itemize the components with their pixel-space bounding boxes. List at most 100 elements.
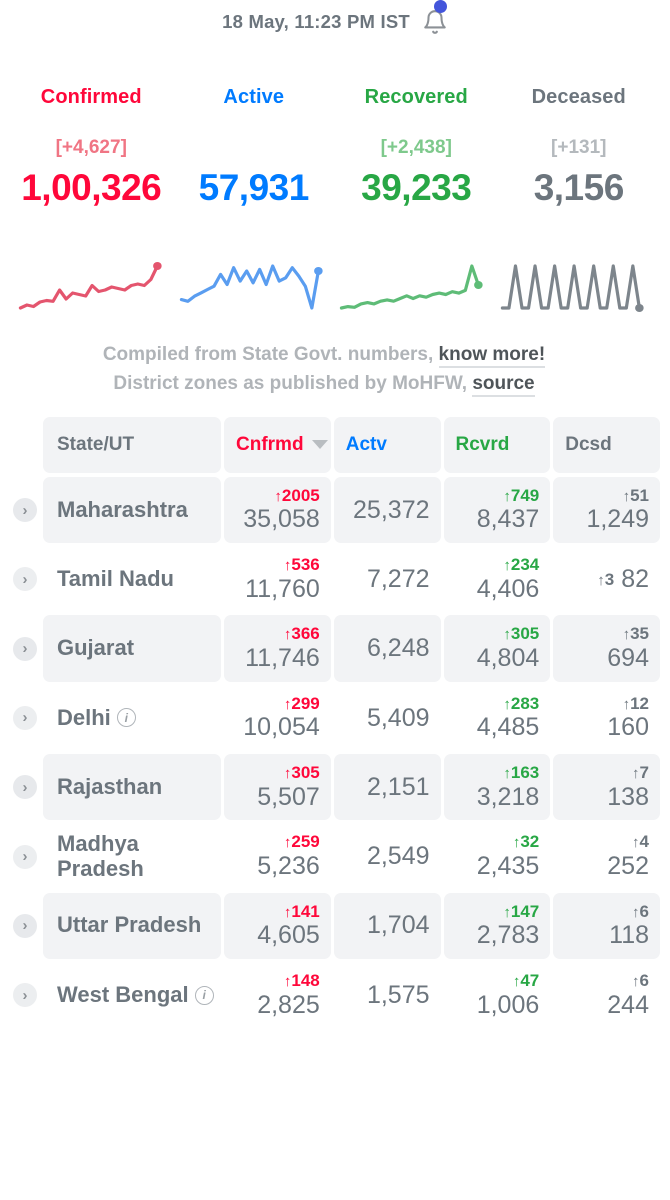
- row-deceased-cell-delta: ↑35: [622, 624, 649, 644]
- row-state-cell[interactable]: Rajasthan: [43, 754, 221, 821]
- sparkline-confirmed[interactable]: [14, 240, 175, 326]
- row-confirmed-cell[interactable]: ↑141 4,605: [224, 892, 331, 959]
- row-expand-button[interactable]: ›: [10, 893, 40, 959]
- row-recovered-cell[interactable]: ↑147 2,783: [443, 892, 551, 959]
- arrow-up-icon: ↑: [283, 695, 292, 713]
- row-recovered-cell[interactable]: ↑283 4,485: [444, 685, 551, 751]
- row-expand-button[interactable]: ›: [10, 477, 40, 543]
- row-confirmed-cell[interactable]: ↑259 5,236: [224, 823, 331, 889]
- stat-confirmed[interactable]: Confirmed [+4,627] 1,00,326: [10, 86, 173, 206]
- row-active-cell-total: 25,372: [353, 495, 430, 524]
- row-active-cell[interactable]: 1,704: [333, 892, 441, 959]
- row-recovered-cell-total: 3,218: [476, 782, 540, 811]
- row-recovered-cell[interactable]: ↑47 1,006: [444, 962, 551, 1028]
- column-header-state[interactable]: State/UT: [43, 416, 221, 473]
- row-active-cell-total: 5,409: [366, 703, 430, 732]
- row-state-name: Madhya Pradesh: [57, 830, 144, 881]
- row-recovered-cell[interactable]: ↑163 3,218: [443, 754, 551, 821]
- arrow-up-icon: ↑: [632, 834, 640, 852]
- table-row[interactable]: › West Bengal i ↑148 2,825 1,575 ↑47 1,006 ↑6 244: [6, 962, 664, 1028]
- row-active-cell[interactable]: 1,575: [334, 962, 441, 1028]
- row-expand-button[interactable]: ›: [10, 615, 40, 681]
- know-more-link[interactable]: know more!: [438, 344, 546, 368]
- table-row[interactable]: › Maharashtra ↑2005 35,058 25,372 ↑749 8,437 ↑5…: [6, 476, 664, 544]
- row-state-cell[interactable]: Tamil Nadu: [43, 546, 221, 612]
- row-recovered-cell-total: 4,804: [476, 644, 540, 673]
- row-active-cell[interactable]: 5,409: [334, 685, 441, 751]
- row-active-cell[interactable]: 25,372: [333, 476, 441, 544]
- row-deceased-cell[interactable]: ↑6 118: [553, 892, 660, 959]
- row-confirmed-cell[interactable]: ↑299 10,054: [224, 685, 331, 751]
- stat-recovered[interactable]: Recovered [+2,438] 39,233: [335, 86, 498, 206]
- row-recovered-cell[interactable]: ↑749 8,437: [443, 476, 551, 544]
- row-recovered-cell[interactable]: ↑32 2,435: [444, 823, 551, 889]
- info-icon[interactable]: i: [116, 708, 136, 728]
- row-active-cell[interactable]: 2,549: [334, 823, 441, 889]
- chevron-right-icon: ›: [13, 775, 37, 800]
- row-deceased-cell[interactable]: ↑3 82: [553, 546, 660, 612]
- row-state-cell[interactable]: Madhya Pradesh: [43, 823, 221, 889]
- row-active-cell[interactable]: 6,248: [333, 615, 441, 682]
- arrow-up-icon: ↑: [597, 571, 605, 589]
- row-confirmed-cell[interactable]: ↑536 11,760: [224, 546, 331, 612]
- row-deceased-cell[interactable]: ↑35 694: [553, 615, 660, 682]
- stat-active[interactable]: Active 57,931: [173, 86, 336, 206]
- column-header-confirmed[interactable]: Cnfrmd: [224, 416, 331, 473]
- row-recovered-cell[interactable]: ↑305 4,804: [443, 615, 551, 682]
- row-recovered-cell[interactable]: ↑234 4,406: [444, 546, 551, 612]
- sparkline-recovered[interactable]: [335, 240, 496, 326]
- column-header-deceased-label: Dcsd: [565, 433, 612, 455]
- row-state-cell[interactable]: Uttar Pradesh: [43, 892, 221, 959]
- row-expand-button[interactable]: ›: [10, 754, 40, 820]
- row-state-cell[interactable]: Gujarat: [43, 615, 221, 682]
- row-active-cell[interactable]: 7,272: [334, 546, 441, 612]
- row-state-cell[interactable]: Delhi i: [43, 685, 221, 751]
- stat-recovered-delta: [+2,438]: [380, 137, 452, 158]
- row-state-name: Delhi: [57, 704, 111, 730]
- row-confirmed-cell[interactable]: ↑148 2,825: [224, 962, 331, 1028]
- sparkline-deceased[interactable]: [496, 240, 657, 326]
- row-deceased-cell[interactable]: ↑7 138: [553, 754, 660, 821]
- table-row[interactable]: › Uttar Pradesh ↑141 4,605 1,704 ↑147 2,783 ↑6 1…: [6, 892, 664, 959]
- chevron-right-icon: ›: [13, 705, 37, 730]
- row-active-cell-total: 1,704: [366, 911, 430, 940]
- notification-bell-button[interactable]: [422, 0, 448, 35]
- info-icon[interactable]: i: [194, 985, 214, 1005]
- table-row[interactable]: › Madhya Pradesh ↑259 5,236 2,549 ↑32 2,435 ↑4 2…: [6, 823, 664, 889]
- table-row[interactable]: › Tamil Nadu ↑536 11,760 7,272 ↑234 4,406 ↑3 82: [6, 546, 664, 612]
- row-active-cell[interactable]: 2,151: [333, 754, 441, 821]
- row-state-cell[interactable]: West Bengal i: [43, 962, 221, 1028]
- row-deceased-cell[interactable]: ↑6 244: [553, 962, 660, 1028]
- arrow-up-icon: ↑: [632, 903, 640, 921]
- row-state-cell[interactable]: Maharashtra: [43, 476, 221, 544]
- row-expand-button[interactable]: ›: [10, 546, 40, 612]
- stat-recovered-label: Recovered: [364, 86, 468, 108]
- column-header-recovered[interactable]: Rcvrd: [443, 416, 551, 473]
- arrow-up-icon: ↑: [632, 972, 640, 990]
- row-recovered-cell-delta: ↑749: [503, 485, 540, 505]
- header-chevron-spacer: [10, 417, 40, 473]
- arrow-up-icon: ↑: [274, 487, 282, 505]
- row-confirmed-cell[interactable]: ↑2005 35,058: [224, 476, 331, 544]
- row-confirmed-cell[interactable]: ↑305 5,507: [224, 754, 331, 821]
- table-row[interactable]: › Gujarat ↑366 11,746 6,248 ↑305 4,804 ↑35 694: [6, 615, 664, 682]
- row-confirmed-cell[interactable]: ↑366 11,746: [224, 615, 331, 682]
- row-confirmed-cell-total: 10,054: [243, 713, 320, 742]
- source-link[interactable]: source: [472, 373, 535, 398]
- row-expand-button[interactable]: ›: [10, 685, 40, 751]
- row-active-cell-total: 2,549: [366, 842, 430, 871]
- sparkline-active[interactable]: [175, 240, 336, 326]
- row-expand-button[interactable]: ›: [10, 962, 40, 1028]
- row-expand-button[interactable]: ›: [10, 823, 40, 889]
- column-header-active[interactable]: Actv: [333, 416, 441, 473]
- row-recovered-cell-total: 4,485: [476, 713, 540, 742]
- table-row[interactable]: › Delhi i ↑299 10,054 5,409 ↑283 4,485 ↑12 160: [6, 685, 664, 751]
- arrow-up-icon: ↑: [283, 557, 292, 575]
- row-deceased-cell[interactable]: ↑4 252: [553, 823, 660, 889]
- row-deceased-cell[interactable]: ↑12 160: [553, 685, 660, 751]
- row-deceased-cell[interactable]: ↑51 1,249: [553, 476, 660, 544]
- chevron-right-icon: ›: [13, 844, 37, 869]
- column-header-deceased[interactable]: Dcsd: [553, 416, 660, 473]
- stat-deceased[interactable]: Deceased [+131] 3,156: [498, 86, 661, 206]
- table-row[interactable]: › Rajasthan ↑305 5,507 2,151 ↑163 3,218 ↑7 138: [6, 754, 664, 821]
